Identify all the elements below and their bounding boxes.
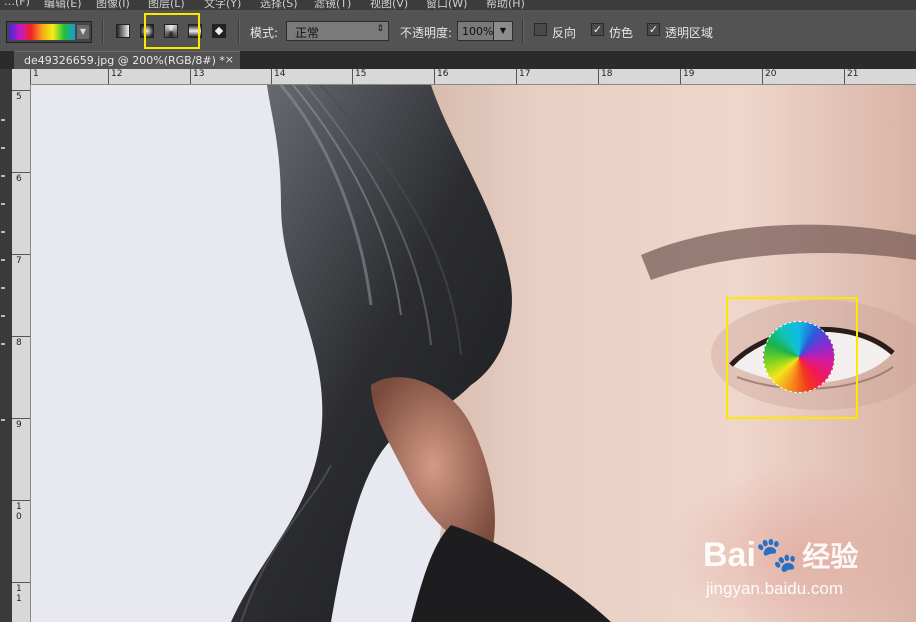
ruler-corner xyxy=(12,69,30,84)
dither-checkbox[interactable]: ✓ xyxy=(591,23,604,36)
ruler-label: 9 xyxy=(16,420,22,430)
document-tab-bar: de49326659.jpg @ 200%(RGB/8#) * × xyxy=(0,51,916,69)
ruler-label: 1 xyxy=(33,69,39,79)
ruler-label: 1 0 xyxy=(16,502,22,522)
watermark-url: jingyan.baidu.com xyxy=(706,579,844,598)
ruler-label: 14 xyxy=(274,69,286,79)
gradient-picker[interactable]: ▼ xyxy=(6,21,92,43)
vertical-ruler[interactable]: 5 6 7 8 9 1 0 1 1 xyxy=(12,84,31,622)
document-tab-title: de49326659.jpg @ 200%(RGB/8#) * xyxy=(24,54,225,67)
menu-image[interactable]: 图像(I) xyxy=(96,0,130,10)
menu-type[interactable]: 文字(Y) xyxy=(204,0,241,10)
opacity-value: 100% xyxy=(462,25,494,38)
menu-help[interactable]: 帮助(H) xyxy=(486,0,525,10)
document-canvas[interactable]: Bai🐾 经验 jingyan.baidu.com xyxy=(31,85,916,622)
ruler-label: 12 xyxy=(111,69,123,79)
tools-panel-edge[interactable] xyxy=(0,69,12,622)
paw-icon: 🐾 xyxy=(755,536,799,574)
chevron-down-icon[interactable]: ▼ xyxy=(77,25,89,39)
eye-highlight-box xyxy=(726,297,858,419)
ruler-label: 5 xyxy=(16,92,22,102)
opacity-input[interactable]: 100% ▼ xyxy=(457,21,513,41)
ruler-label: 15 xyxy=(355,69,367,79)
mode-select[interactable]: 正常 ⇕ xyxy=(286,21,389,41)
close-icon[interactable]: × xyxy=(225,53,234,66)
menu-file[interactable]: …(F) xyxy=(4,0,30,8)
document-tab[interactable]: de49326659.jpg @ 200%(RGB/8#) * × xyxy=(14,51,240,69)
gradient-type-highlight xyxy=(144,13,200,49)
ruler-label: 16 xyxy=(437,69,449,79)
chevron-down-icon[interactable]: ▼ xyxy=(493,22,512,40)
menu-select[interactable]: 选择(S) xyxy=(260,0,298,10)
menu-view[interactable]: 视图(V) xyxy=(370,0,408,10)
ruler-label: 21 xyxy=(847,69,859,79)
divider xyxy=(522,19,524,44)
ruler-label: 18 xyxy=(601,69,613,79)
ruler-label: 8 xyxy=(16,338,22,348)
mode-value: 正常 xyxy=(295,26,320,40)
ruler-label: 13 xyxy=(193,69,205,79)
menu-window[interactable]: 窗口(W) xyxy=(426,0,467,10)
ruler-label: 19 xyxy=(683,69,695,79)
options-bar: ▼ 模式: 正常 ⇕ 不透明度: 100% ▼ 反向 ✓ 仿色 ✓ 透明区域 xyxy=(0,10,916,52)
menu-bar: …(F) 编辑(E) 图像(I) 图层(L) 文字(Y) 选择(S) 滤镜(T)… xyxy=(0,0,916,10)
baidu-logo-text: Bai🐾 经验 xyxy=(703,536,859,574)
ruler-label: 1 1 xyxy=(16,584,22,604)
ruler-label: 20 xyxy=(765,69,777,79)
menu-edit[interactable]: 编辑(E) xyxy=(44,0,82,10)
gradient-swatch[interactable] xyxy=(9,24,75,40)
mode-label: 模式: xyxy=(250,26,279,40)
horizontal-ruler[interactable]: 1 12 13 14 15 16 17 18 19 20 21 xyxy=(30,69,916,85)
reverse-label: 反向 xyxy=(552,26,577,40)
transparency-label: 透明区域 xyxy=(665,26,714,40)
ruler-label: 7 xyxy=(16,256,22,266)
transparency-checkbox[interactable]: ✓ xyxy=(647,23,660,36)
menu-filter[interactable]: 滤镜(T) xyxy=(314,0,351,10)
linear-gradient-icon[interactable] xyxy=(116,24,130,38)
ruler-label: 6 xyxy=(16,174,22,184)
diamond-gradient-icon[interactable] xyxy=(212,24,226,38)
ruler-label: 17 xyxy=(519,69,531,79)
divider xyxy=(102,19,104,44)
reverse-checkbox[interactable] xyxy=(534,23,547,36)
menu-layer[interactable]: 图层(L) xyxy=(148,0,185,10)
dither-label: 仿色 xyxy=(609,26,634,40)
opacity-label: 不透明度: xyxy=(400,26,453,40)
divider xyxy=(238,19,240,44)
updown-arrow-icon: ⇕ xyxy=(376,24,384,34)
